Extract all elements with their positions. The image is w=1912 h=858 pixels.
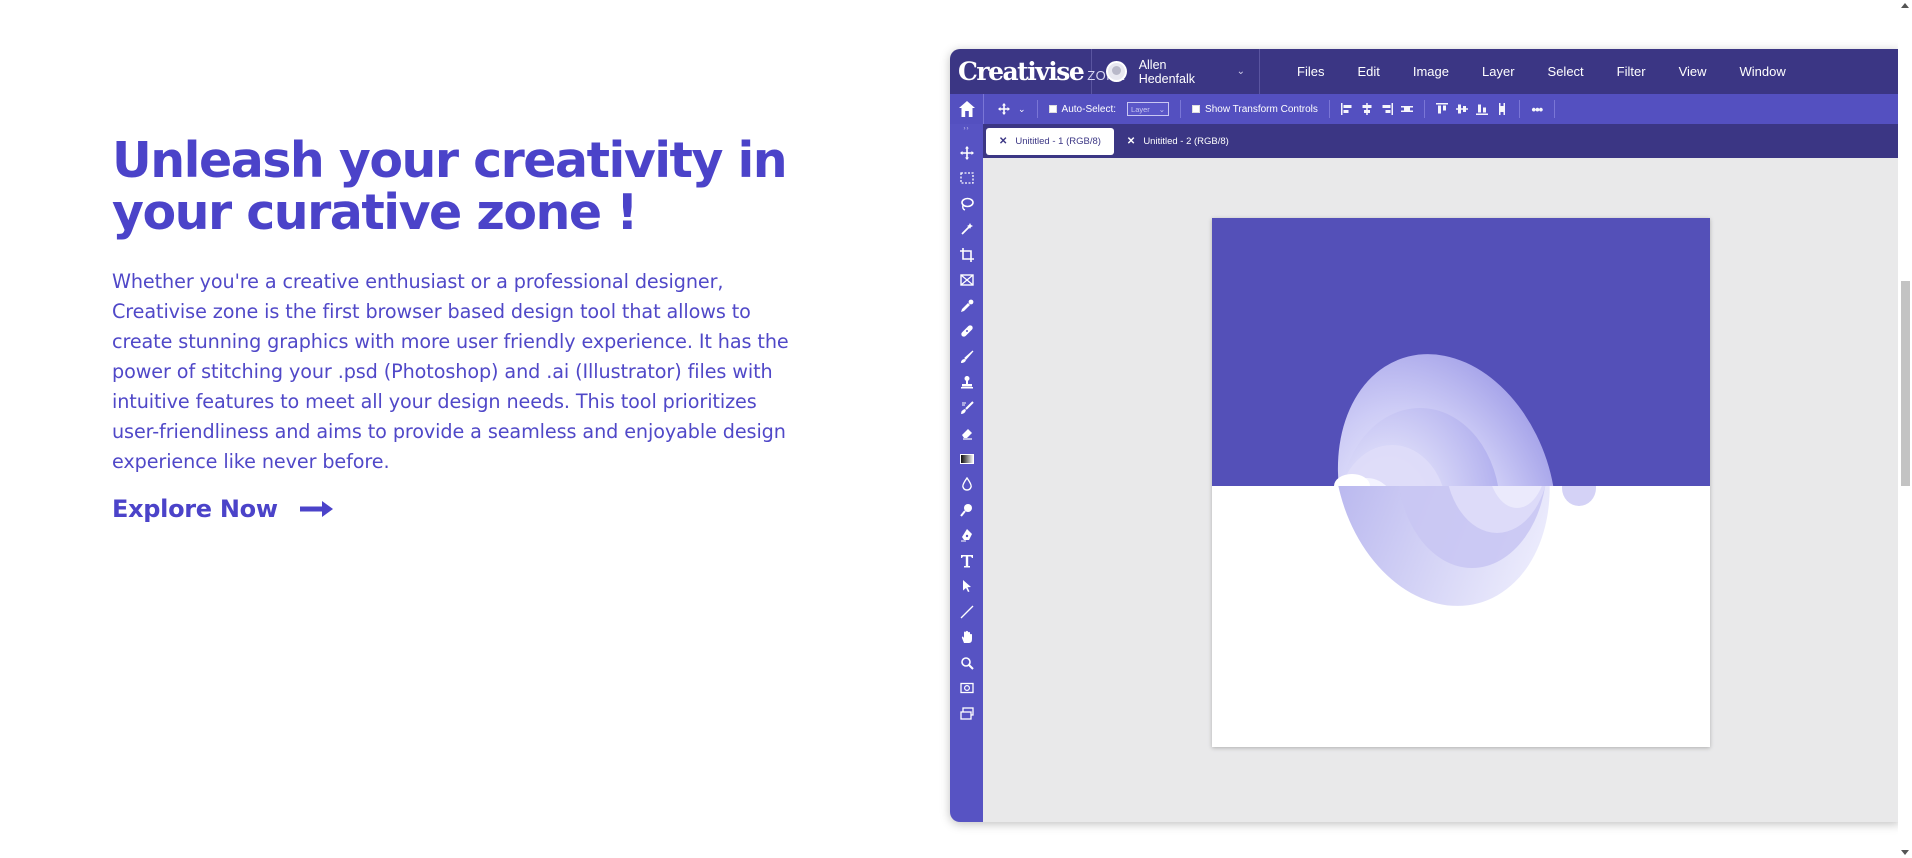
hero-title: Unleash your creativity in your curative… — [112, 135, 802, 239]
home-button[interactable] — [950, 94, 984, 124]
transform-controls-option[interactable]: Show Transform Controls — [1188, 104, 1322, 115]
eyedropper-icon[interactable] — [950, 293, 983, 319]
tab-label: Unititled - 2 (RGB/8) — [1143, 136, 1229, 147]
menu-image[interactable]: Image — [1398, 64, 1467, 79]
distribute-h-icon[interactable] — [1400, 103, 1413, 115]
divider — [1423, 100, 1425, 118]
transform-controls-checkbox[interactable] — [1192, 105, 1201, 113]
divider — [1518, 100, 1520, 118]
logo-main: Creativise — [958, 57, 1085, 86]
options-bar: ⌄ Auto-Select: Layer ⌄ Show Transform Con… — [950, 94, 1900, 124]
explore-now-label: Explore Now — [112, 495, 278, 523]
screen-mode-icon[interactable] — [950, 701, 983, 727]
arrow-right-icon — [299, 501, 333, 517]
align-left-icon[interactable] — [1340, 103, 1353, 115]
document-tabs: ✕ Unititled - 1 (RGB/8) ✕ Unititled - 2 … — [983, 124, 1900, 158]
crop-tool-icon[interactable] — [950, 242, 983, 268]
history-brush-icon[interactable] — [950, 395, 983, 421]
page-scrollbar[interactable] — [1898, 0, 1912, 858]
quick-mask-icon[interactable] — [950, 676, 983, 702]
auto-select-option[interactable]: Auto-Select: Layer ⌄ — [1045, 102, 1173, 116]
hero-section: Unleash your creativity in your curative… — [112, 135, 802, 524]
dodge-tool-icon[interactable] — [950, 497, 983, 523]
gradient-tool-icon[interactable] — [950, 446, 983, 472]
brush-tool-icon[interactable] — [950, 344, 983, 370]
auto-select-label: Auto-Select: — [1061, 103, 1117, 115]
menu-window[interactable]: Window — [1725, 64, 1804, 79]
line-tool-icon[interactable] — [950, 599, 983, 625]
move-icon — [998, 103, 1010, 115]
hero-title-line-1: Unleash your creativity in — [112, 132, 788, 189]
chevron-down-icon: ⌄ — [1158, 104, 1166, 114]
toolbox: ›› — [950, 124, 983, 822]
move-tool-icon[interactable] — [950, 140, 983, 166]
hand-tool-icon[interactable] — [950, 625, 983, 651]
auto-select-dropdown[interactable]: Layer ⌄ — [1127, 102, 1170, 116]
more-options-icon[interactable]: ••• — [1531, 102, 1544, 117]
align-center-h-icon[interactable] — [1361, 103, 1373, 115]
user-menu[interactable]: Allen Hedenfalk ⌄ — [1092, 49, 1260, 94]
align-bottom-icon[interactable] — [1475, 103, 1488, 115]
align-right-icon[interactable] — [1381, 103, 1393, 115]
auto-select-value: Layer — [1131, 104, 1150, 114]
menu-files[interactable]: Files — [1282, 64, 1342, 79]
main-menu: Files Edit Image Layer Select Filter Vie… — [1282, 64, 1804, 79]
healing-brush-icon[interactable] — [950, 319, 983, 345]
hero-title-line-2: your curative zone ! — [112, 184, 639, 241]
eraser-icon[interactable] — [950, 421, 983, 447]
menu-layer[interactable]: Layer — [1467, 64, 1533, 79]
menu-filter[interactable]: Filter — [1602, 64, 1664, 79]
close-icon[interactable]: ✕ — [999, 136, 1007, 147]
close-icon[interactable]: ✕ — [1127, 136, 1135, 147]
clone-stamp-icon[interactable] — [950, 370, 983, 396]
home-icon — [958, 101, 975, 117]
path-select-icon[interactable] — [950, 574, 983, 600]
tab-document-1[interactable]: ✕ Unititled - 1 (RGB/8) — [986, 128, 1114, 155]
transform-controls-label: Show Transform Controls — [1205, 103, 1318, 115]
divider — [1553, 100, 1555, 118]
blur-tool-icon[interactable] — [950, 472, 983, 498]
scroll-up-arrow-icon[interactable] — [1901, 3, 1909, 8]
explore-now-link[interactable]: Explore Now — [112, 495, 334, 523]
scroll-down-arrow-icon[interactable] — [1901, 850, 1909, 855]
align-top-icon[interactable] — [1435, 103, 1448, 115]
align-middle-v-icon[interactable] — [1455, 103, 1468, 115]
avatar — [1106, 61, 1127, 82]
divider — [1328, 100, 1330, 118]
menu-bar: Creativise ZONE Allen Hedenfalk ⌄ Files … — [950, 49, 1900, 94]
tab-document-2[interactable]: ✕ Unititled - 2 (RGB/8) — [1114, 128, 1242, 155]
toolbox-grip-icon[interactable]: ›› — [964, 126, 970, 140]
divider — [1036, 100, 1038, 118]
magic-wand-icon[interactable] — [950, 217, 983, 243]
tab-label: Unititled - 1 (RGB/8) — [1015, 136, 1101, 147]
lasso-tool-icon[interactable] — [950, 191, 983, 217]
frame-tool-icon[interactable] — [950, 268, 983, 294]
shell-artwork — [1334, 354, 1596, 606]
user-name: Allen Hedenfalk — [1138, 57, 1195, 86]
hero-description: Whether you're a creative enthusiast or … — [112, 270, 789, 473]
canvas-area[interactable] — [983, 158, 1900, 822]
pen-tool-icon[interactable] — [950, 523, 983, 549]
divider — [1180, 100, 1182, 118]
document-canvas[interactable] — [1212, 218, 1710, 747]
chevron-down-icon: ⌄ — [1018, 103, 1026, 114]
menu-select[interactable]: Select — [1533, 64, 1602, 79]
distribute-v-icon[interactable] — [1496, 103, 1508, 115]
type-tool-icon[interactable] — [950, 548, 983, 574]
marquee-tool-icon[interactable] — [950, 166, 983, 192]
move-options[interactable]: ⌄ — [994, 103, 1030, 115]
zoom-tool-icon[interactable] — [950, 650, 983, 676]
app-window: Creativise ZONE Allen Hedenfalk ⌄ Files … — [950, 49, 1900, 822]
app-logo[interactable]: Creativise ZONE — [950, 49, 1125, 94]
menu-view[interactable]: View — [1664, 64, 1725, 79]
auto-select-checkbox[interactable] — [1048, 105, 1057, 113]
menu-edit[interactable]: Edit — [1342, 64, 1397, 79]
scrollbar-thumb[interactable] — [1901, 281, 1910, 486]
chevron-down-icon: ⌄ — [1236, 66, 1245, 77]
